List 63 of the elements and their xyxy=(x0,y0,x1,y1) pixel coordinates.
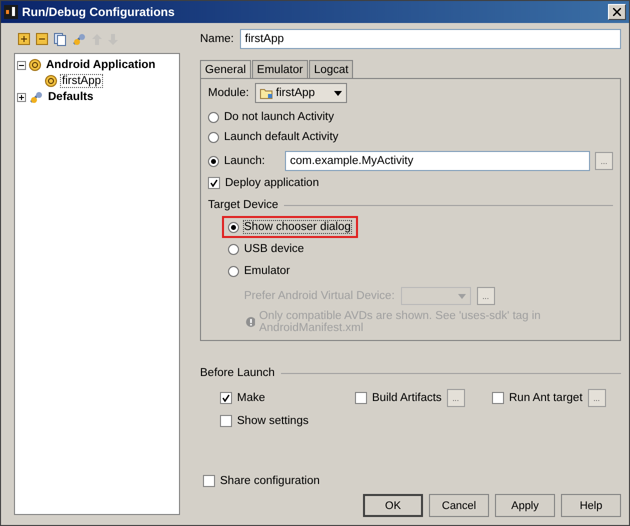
add-icon[interactable] xyxy=(18,33,30,45)
checkbox-label: Make xyxy=(237,392,266,404)
window-title: Run/Debug Configurations xyxy=(22,5,176,19)
close-icon xyxy=(613,8,621,16)
radio-label: Emulator xyxy=(243,264,292,278)
caret-icon xyxy=(334,90,342,96)
browse-button[interactable]: ... xyxy=(595,152,613,170)
app-logo-icon xyxy=(4,5,18,19)
wrench-icon[interactable] xyxy=(72,32,86,46)
plus-icon xyxy=(19,94,24,100)
dialog-button[interactable]: Help xyxy=(561,494,621,517)
radio-label: USB device xyxy=(243,242,306,256)
tab[interactable]: General xyxy=(200,60,251,78)
remove-icon[interactable] xyxy=(36,33,48,45)
checkbox[interactable] xyxy=(208,177,220,189)
radio-label: Show chooser dialog xyxy=(243,220,352,234)
run-config-icon xyxy=(45,75,57,87)
checkbox-label: Build Artifacts xyxy=(372,392,442,404)
radio-button[interactable] xyxy=(208,132,219,142)
close-button[interactable] xyxy=(608,4,626,20)
run-config-icon xyxy=(29,59,41,71)
checkbox[interactable] xyxy=(203,475,215,487)
dialog-button[interactable]: Cancel xyxy=(429,494,489,517)
expand-toggle[interactable] xyxy=(17,92,26,102)
radio-button[interactable] xyxy=(208,156,219,166)
group-title: Before Launch xyxy=(200,367,275,379)
caret-icon xyxy=(458,294,466,298)
checkbox-label: Share configuration xyxy=(220,475,320,487)
tab[interactable]: Logcat xyxy=(308,60,354,79)
checkbox-label: Show settings xyxy=(237,415,309,427)
dialog-button[interactable]: Apply xyxy=(495,494,555,517)
radio-label: Launch default Activity xyxy=(224,131,338,143)
radio-label: Do not launch Activity xyxy=(224,111,334,123)
module-label: Module: xyxy=(208,87,249,99)
radio-button[interactable] xyxy=(228,266,239,276)
activity-field[interactable]: com.example.MyActivity xyxy=(285,151,590,171)
dialog-button[interactable]: OK xyxy=(363,494,423,517)
group-title: Target Device xyxy=(208,199,278,211)
copy-icon[interactable] xyxy=(54,32,66,46)
checkbox-label: Deploy application xyxy=(225,177,319,189)
module-dropdown[interactable]: firstApp xyxy=(254,83,347,103)
tree-item[interactable]: firstApp xyxy=(60,74,103,88)
name-field[interactable]: firstApp xyxy=(240,29,621,49)
expand-toggle[interactable] xyxy=(17,60,26,70)
radio-button[interactable] xyxy=(228,244,239,254)
minus-icon xyxy=(19,62,24,68)
checkbox-label: Run Ant target xyxy=(509,392,583,404)
checkbox[interactable] xyxy=(220,415,232,427)
wrench-icon xyxy=(29,90,43,104)
tree-item[interactable]: Defaults xyxy=(46,90,96,104)
info-icon xyxy=(246,317,256,327)
browse-button[interactable]: ... xyxy=(588,389,606,407)
checkbox[interactable] xyxy=(355,392,367,404)
radio-label: Launch: xyxy=(224,155,266,167)
tab[interactable]: Emulator xyxy=(252,60,308,79)
checkbox[interactable] xyxy=(492,392,504,404)
tree-item[interactable]: Android Application xyxy=(44,58,158,72)
browse-button[interactable]: ... xyxy=(446,389,465,407)
checkbox[interactable] xyxy=(220,392,232,404)
radio-button[interactable] xyxy=(228,222,239,232)
name-label: Name: xyxy=(200,33,234,45)
radio-button[interactable] xyxy=(208,112,219,122)
folder-icon xyxy=(260,88,273,98)
